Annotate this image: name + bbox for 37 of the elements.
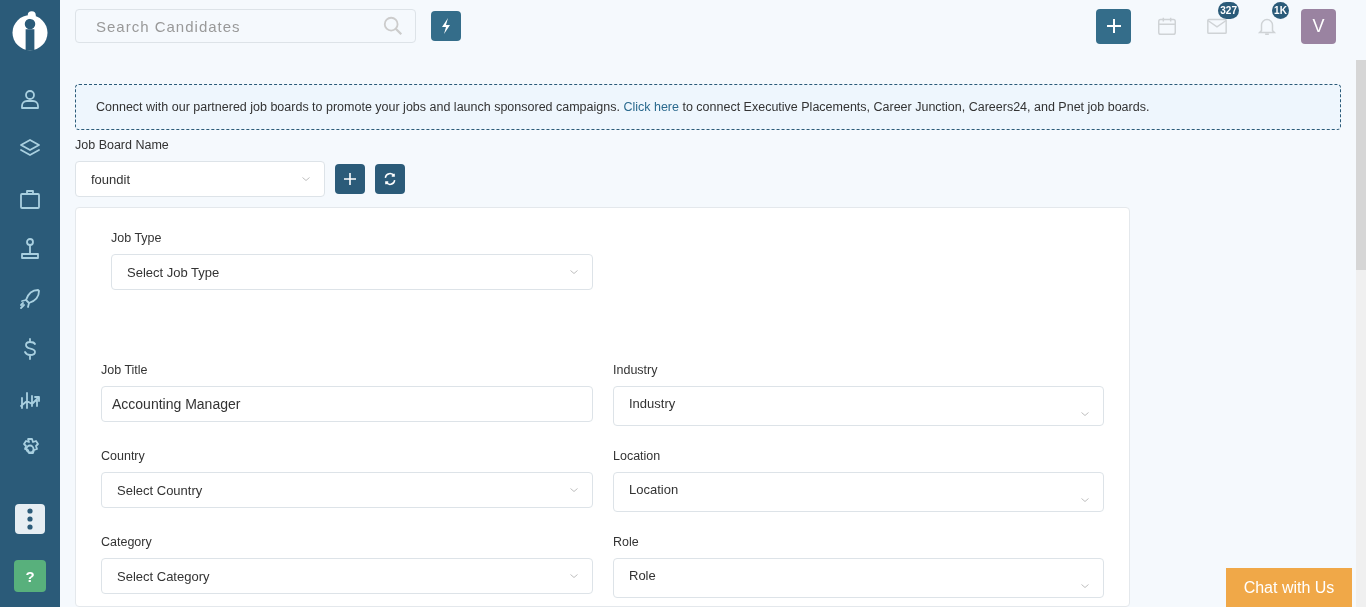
field-label: Job Title	[101, 363, 149, 377]
job-type-select[interactable]: Select Job Type	[111, 254, 593, 290]
select-field[interactable]: Role	[613, 558, 1104, 598]
field-label: Industry	[613, 363, 659, 377]
plus-icon	[343, 172, 357, 186]
plus-icon	[1105, 18, 1122, 34]
field-label: Role	[613, 535, 640, 549]
add-board-button[interactable]	[335, 164, 365, 194]
refresh-button[interactable]	[375, 164, 405, 194]
count-badge: 327	[1218, 2, 1239, 19]
field-label: Location	[613, 449, 662, 463]
lightning-icon	[440, 18, 452, 34]
scrollbar[interactable]	[1356, 60, 1366, 607]
field-label: Country	[101, 449, 146, 463]
field-label: Job Board Name	[75, 138, 170, 152]
lightning-button[interactable]	[431, 11, 461, 41]
field-label: Category	[101, 535, 153, 549]
count-badge: 1K	[1272, 2, 1289, 19]
field-label: Job Type	[111, 231, 163, 245]
search-icon	[382, 15, 404, 37]
person-icon[interactable]	[18, 87, 42, 111]
select-field[interactable]: Select Country	[101, 472, 593, 508]
select-field[interactable]: Select Category	[101, 558, 593, 594]
refresh-icon	[383, 172, 397, 186]
select-field[interactable]: Location	[613, 472, 1104, 512]
org-chart-icon[interactable]	[18, 237, 42, 261]
connect-link[interactable]: Click here	[623, 100, 679, 114]
briefcase-icon[interactable]	[18, 187, 42, 211]
rocket-icon[interactable]	[18, 287, 42, 311]
info-banner: Connect with our partnered job boards to promote your jobs and launch sponsored campaigns. Click here to connect Executive Placements, Career Junction, Careers24, and Pnet job boards.	[75, 84, 1341, 130]
job-board-select[interactable]: foundit	[75, 161, 325, 197]
search-field[interactable]: Search Candidates	[75, 9, 416, 43]
select-field[interactable]: Industry	[613, 386, 1104, 426]
more-button[interactable]	[15, 504, 45, 534]
more-icon	[27, 508, 33, 530]
text-field[interactable]: Accounting Manager	[101, 386, 593, 422]
add-button[interactable]	[1096, 8, 1131, 44]
